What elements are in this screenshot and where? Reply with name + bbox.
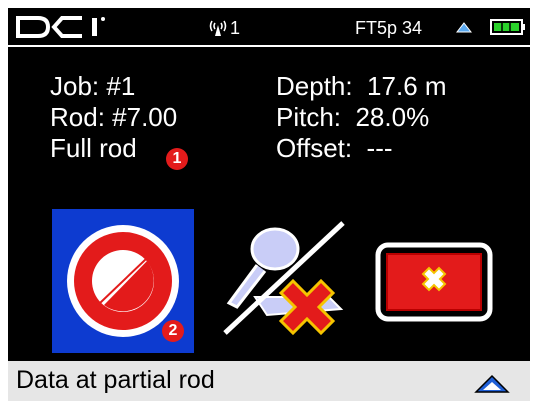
callout-badge-2: 2 xyxy=(162,320,184,342)
bottom-bar: Data at partial rod xyxy=(8,361,530,401)
offset-label: Offset: --- xyxy=(276,133,393,163)
channel-number: 1 xyxy=(230,18,241,38)
status-bar: 1 FT5p 34 xyxy=(8,8,530,47)
job-label: Job: #1 xyxy=(50,71,136,101)
bottom-bar-text: Data at partial rod xyxy=(16,366,215,394)
dci-logo xyxy=(16,16,105,38)
depth-label: Depth: 17.6 m xyxy=(276,71,447,101)
battery-icon xyxy=(490,19,525,35)
screen: 1 FT5p 34 Job: #1 Rod: #7.00 Full rod 1 … xyxy=(0,0,538,409)
pitch-label: Pitch: 28.0% xyxy=(276,102,430,132)
status-divider xyxy=(8,45,530,47)
device-display: 1 FT5p 34 Job: #1 Rod: #7.00 Full rod 1 … xyxy=(8,8,530,401)
signal-icon xyxy=(209,20,227,36)
callout-badge-1: 1 xyxy=(166,148,188,170)
rod-label: Rod: #7.00 xyxy=(50,102,178,132)
triangle-up-icon xyxy=(456,22,472,33)
up-arrow-icon[interactable] xyxy=(474,374,510,394)
frequency-label: FT5p 34 xyxy=(355,18,423,38)
cancel-button[interactable] xyxy=(375,242,493,322)
no-locate-icon[interactable] xyxy=(211,217,351,337)
info-left: Job: #1 Rod: #7.00 Full rod xyxy=(50,71,177,164)
rod-state-label: Full rod xyxy=(50,133,137,163)
info-right: Depth: 17.6 m Pitch: 28.0% Offset: --- xyxy=(276,71,447,164)
